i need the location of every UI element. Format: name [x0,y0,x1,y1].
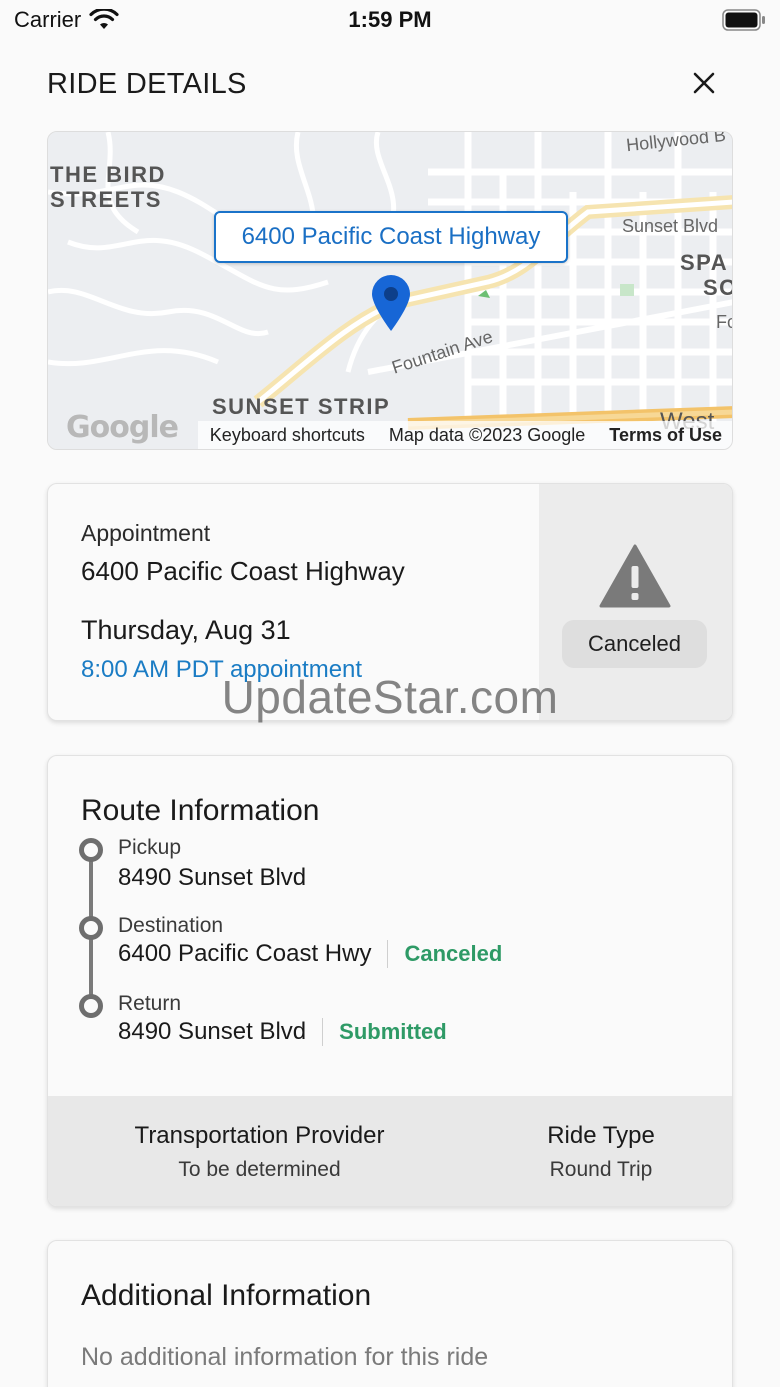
stop-status: Canceled [404,941,503,966]
ride-type-value: Round Trip [549,1158,653,1181]
appointment-status-panel: Canceled [539,484,732,720]
page-title: RIDE DETAILS [47,68,247,100]
route-dot-pickup [79,838,103,862]
battery-icon [722,9,765,31]
close-icon[interactable] [689,68,719,98]
divider [387,940,389,968]
map-place-spa-2: SO [703,275,732,300]
map-place-bird-streets-1: THE BIRD [50,162,166,187]
additional-info-text: No additional information for this ride [81,1343,489,1371]
map-place-spa-1: SPA [680,250,729,275]
route-card: Route Information Pickup 8490 Sunset Blv… [47,755,733,1207]
status-time: 1:59 PM [348,7,432,32]
appointment-heading: Appointment [81,520,211,546]
stop-label: Return [118,992,182,1015]
map-pin-icon[interactable] [370,274,412,332]
stop-status: Submitted [339,1019,447,1044]
terms-of-use-link[interactable]: Terms of Use [609,425,722,446]
provider-value: To be determined [178,1158,341,1181]
transportation-provider: Transportation Provider To be determined [48,1122,471,1182]
map-street-fo: Fo [716,312,732,332]
map-data-attribution: Map data ©2023 Google [388,424,586,445]
status-bar: Carrier 1:59 PM [0,0,780,40]
ride-map[interactable]: THE BIRD STREETS SUNSET STRIP SPA SO Hol… [47,131,733,450]
stop-row: 6400 Pacific Coast Hwy Canceled [118,940,502,968]
divider [322,1018,324,1046]
map-place-sunset-strip: SUNSET STRIP [212,394,391,419]
stop-row: 8490 Sunset Blvd Submitted [118,1018,447,1046]
appointment-card[interactable]: Appointment 6400 Pacific Coast Highway T… [47,483,733,721]
stop-label: Destination [118,914,224,937]
appointment-date: Thursday, Aug 31 [81,615,291,645]
stop-row: 8490 Sunset Blvd [118,864,306,892]
map-footer: Google Keyboard shortcuts Map data ©2023… [48,410,732,449]
warning-icon [599,544,671,608]
route-title: Route Information [81,794,320,827]
stop-address: 8490 Sunset Blvd [118,1018,307,1045]
header: RIDE DETAILS [47,60,733,110]
map-destination-label[interactable]: 6400 Pacific Coast Highway [214,211,568,263]
ride-type: Ride Type Round Trip [471,1122,731,1182]
status-badge: Canceled [562,620,707,668]
appointment-address: 6400 Pacific Coast Highway [81,556,405,586]
stop-address: 6400 Pacific Coast Hwy [118,940,372,967]
stop-label: Pickup [118,836,182,859]
route-dot-return [79,994,103,1018]
provider-heading: Transportation Provider [134,1122,385,1149]
route-dot-destination [79,916,103,940]
appointment-time: 8:00 AM PDT appointment [81,656,363,683]
map-footer-links: Keyboard shortcuts Map data ©2023 Google… [197,421,732,449]
route-footer: Transportation Provider To be determined… [48,1096,732,1206]
additional-info-title: Additional Information [81,1279,372,1312]
stop-address: 8490 Sunset Blvd [118,864,307,891]
additional-info-card: Additional Information No additional inf… [47,1240,733,1387]
map-place-bird-streets-2: STREETS [50,187,162,212]
ride-type-heading: Ride Type [547,1122,655,1149]
map-street-sunset-blvd: Sunset Blvd [622,216,719,236]
keyboard-shortcuts-link[interactable]: Keyboard shortcuts [210,425,365,446]
google-logo: Google [66,410,179,445]
